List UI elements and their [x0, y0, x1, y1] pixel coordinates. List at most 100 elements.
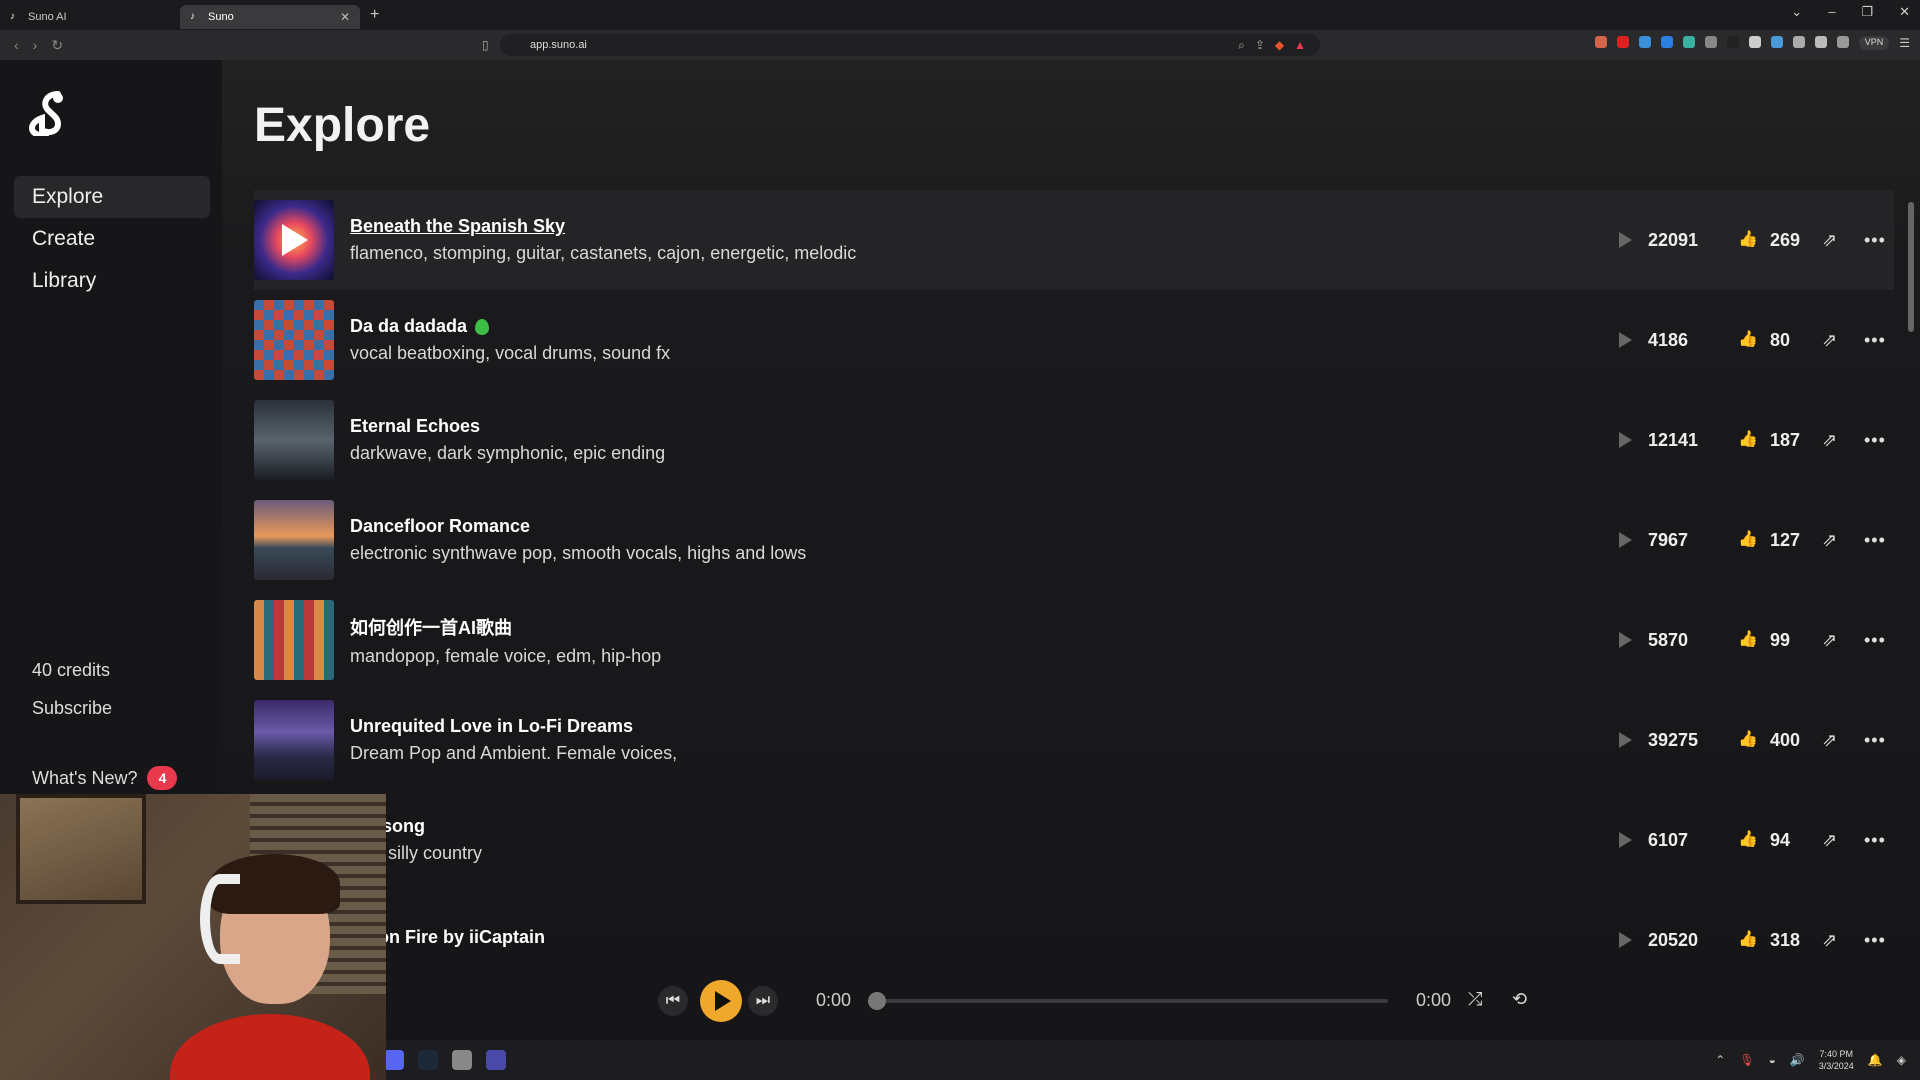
- vpn-button[interactable]: VPN: [1858, 36, 1890, 50]
- thumbs-up-icon[interactable]: 👍: [1738, 432, 1758, 448]
- extension-icon[interactable]: [1616, 36, 1629, 48]
- thumbs-up-icon[interactable]: 👍: [1738, 232, 1758, 248]
- share-icon[interactable]: ⇗: [1822, 430, 1852, 451]
- share-icon[interactable]: ⇗: [1822, 730, 1852, 751]
- reload-icon[interactable]: ↻: [51, 37, 63, 54]
- song-cover[interactable]: [254, 200, 334, 280]
- song-row[interactable]: Beneath the Spanish Sky flamenco, stompi…: [254, 190, 1894, 290]
- brave-rewards-icon[interactable]: ▲: [1294, 38, 1306, 53]
- sidebar-item-library[interactable]: Library: [14, 260, 210, 302]
- shuffle-icon[interactable]: ⤮: [1468, 989, 1482, 1010]
- clock[interactable]: 7:40 PM 3/3/2024: [1819, 1048, 1854, 1072]
- extension-icon[interactable]: [1770, 36, 1783, 48]
- more-options-icon[interactable]: •••: [1864, 830, 1894, 851]
- more-options-icon[interactable]: •••: [1864, 930, 1894, 951]
- forward-icon[interactable]: ›: [33, 37, 38, 53]
- close-window-icon[interactable]: ✕: [1899, 4, 1910, 20]
- extension-icon[interactable]: [1682, 36, 1695, 48]
- thumbs-up-icon[interactable]: 👍: [1738, 732, 1758, 748]
- play-overlay-icon[interactable]: [282, 224, 308, 256]
- song-title[interactable]: 如何创作一首AI歌曲: [350, 614, 661, 640]
- song-row[interactable]: Unrequited Love in Lo-Fi Dreams Dream Po…: [254, 690, 1894, 790]
- new-tab-button[interactable]: +: [370, 6, 379, 24]
- address-bar[interactable]: ▯ app.suno.ai ⌕ ⇪ ◆ ▲: [482, 34, 1320, 56]
- share-icon[interactable]: ⇗: [1822, 930, 1852, 951]
- steam-icon[interactable]: [418, 1050, 438, 1070]
- song-cover[interactable]: [254, 300, 334, 380]
- more-options-icon[interactable]: •••: [1864, 530, 1894, 551]
- app-icon[interactable]: [486, 1050, 506, 1070]
- color-app-icon[interactable]: ◈: [1897, 1053, 1906, 1067]
- thumbs-up-icon[interactable]: 👍: [1738, 932, 1758, 948]
- sidebar-toggle-icon[interactable]: [1814, 36, 1827, 48]
- network-icon[interactable]: ◒: [1769, 1053, 1776, 1067]
- share-icon[interactable]: ⇗: [1822, 830, 1852, 851]
- wallet-icon[interactable]: [1836, 36, 1849, 48]
- notification-icon[interactable]: 🔔: [1868, 1053, 1883, 1067]
- progress-knob[interactable]: [868, 992, 886, 1010]
- extension-icon[interactable]: [1594, 36, 1607, 48]
- play-button[interactable]: [700, 980, 742, 1022]
- song-cover[interactable]: [254, 600, 334, 680]
- share-icon[interactable]: ⇗: [1822, 230, 1852, 251]
- extension-icon[interactable]: [1704, 36, 1717, 48]
- back-icon[interactable]: ‹: [14, 37, 19, 53]
- browser-tab-active[interactable]: ♪ Suno ✕: [180, 5, 360, 29]
- extension-icon[interactable]: [1748, 36, 1761, 48]
- minimize-icon[interactable]: –: [1828, 4, 1835, 20]
- song-title[interactable]: Dancefloor Romance: [350, 516, 806, 537]
- bookmark-icon[interactable]: ▯: [482, 38, 489, 52]
- extension-icon[interactable]: [1638, 36, 1651, 48]
- brave-shield-icon[interactable]: ◆: [1275, 38, 1284, 53]
- browser-tab[interactable]: ♪ Suno AI: [0, 5, 180, 29]
- song-title[interactable]: Beneath the Spanish Sky: [350, 216, 856, 237]
- song-title[interactable]: Unrequited Love in Lo-Fi Dreams: [350, 716, 677, 737]
- more-options-icon[interactable]: •••: [1864, 730, 1894, 751]
- thumbs-up-icon[interactable]: 👍: [1738, 332, 1758, 348]
- repeat-icon[interactable]: ⟲: [1512, 989, 1527, 1010]
- menu-icon[interactable]: ☰: [1899, 36, 1910, 50]
- scrollbar-thumb[interactable]: [1908, 202, 1914, 332]
- song-title[interactable]: Eternal Echoes: [350, 416, 665, 437]
- song-cover[interactable]: [254, 400, 334, 480]
- suno-logo-icon[interactable]: [28, 90, 74, 136]
- share-icon[interactable]: ⇗: [1822, 630, 1852, 651]
- previous-track-button[interactable]: ⏮: [658, 986, 688, 1016]
- progress-bar[interactable]: [868, 992, 1388, 1010]
- song-row[interactable]: ker song ious silly country 6107 👍 94 ⇗ …: [254, 790, 1894, 890]
- song-row[interactable]: 如何创作一首AI歌曲 mandopop, female voice, edm, …: [254, 590, 1894, 690]
- sidebar-item-create[interactable]: Create: [14, 218, 210, 260]
- restore-icon[interactable]: ❐: [1861, 4, 1873, 20]
- share-icon[interactable]: ⇗: [1822, 530, 1852, 551]
- app-icon[interactable]: [452, 1050, 472, 1070]
- song-row[interactable]: Dancefloor Romance electronic synthwave …: [254, 490, 1894, 590]
- whats-new-link[interactable]: What's New? 4: [32, 766, 178, 790]
- extension-icon[interactable]: [1792, 36, 1805, 48]
- close-tab-icon[interactable]: ✕: [340, 10, 350, 24]
- song-cover[interactable]: [254, 500, 334, 580]
- subscribe-link[interactable]: Subscribe: [32, 698, 112, 719]
- share-page-icon[interactable]: ⇪: [1255, 38, 1265, 53]
- song-row[interactable]: Da da dadada vocal beatboxing, vocal dru…: [254, 290, 1894, 390]
- song-row[interactable]: Eternal Echoes darkwave, dark symphonic,…: [254, 390, 1894, 490]
- zoom-icon[interactable]: ⌕: [1238, 38, 1245, 53]
- more-options-icon[interactable]: •••: [1864, 330, 1894, 351]
- thumbs-up-icon[interactable]: 👍: [1738, 632, 1758, 648]
- scrollbar[interactable]: [1908, 192, 1916, 952]
- discord-icon[interactable]: [384, 1050, 404, 1070]
- thumbs-up-icon[interactable]: 👍: [1738, 532, 1758, 548]
- more-options-icon[interactable]: •••: [1864, 430, 1894, 451]
- share-icon[interactable]: ⇗: [1822, 330, 1852, 351]
- microphone-icon[interactable]: 🎙: [1739, 1053, 1754, 1067]
- song-title[interactable]: Da da dadada: [350, 316, 670, 337]
- song-row[interactable]: rts on Fire by iiCaptain 20520 👍 318 ⇗ •…: [254, 890, 1894, 958]
- volume-icon[interactable]: 🔊: [1790, 1053, 1805, 1067]
- more-options-icon[interactable]: •••: [1864, 630, 1894, 651]
- tray-chevron-icon[interactable]: ⌃: [1715, 1053, 1725, 1067]
- more-options-icon[interactable]: •••: [1864, 230, 1894, 251]
- next-track-button[interactable]: ⏭: [748, 986, 778, 1016]
- extension-icon[interactable]: [1726, 36, 1739, 48]
- song-cover[interactable]: [254, 700, 334, 780]
- extension-icon[interactable]: [1660, 36, 1673, 48]
- sidebar-item-explore[interactable]: Explore: [14, 176, 210, 218]
